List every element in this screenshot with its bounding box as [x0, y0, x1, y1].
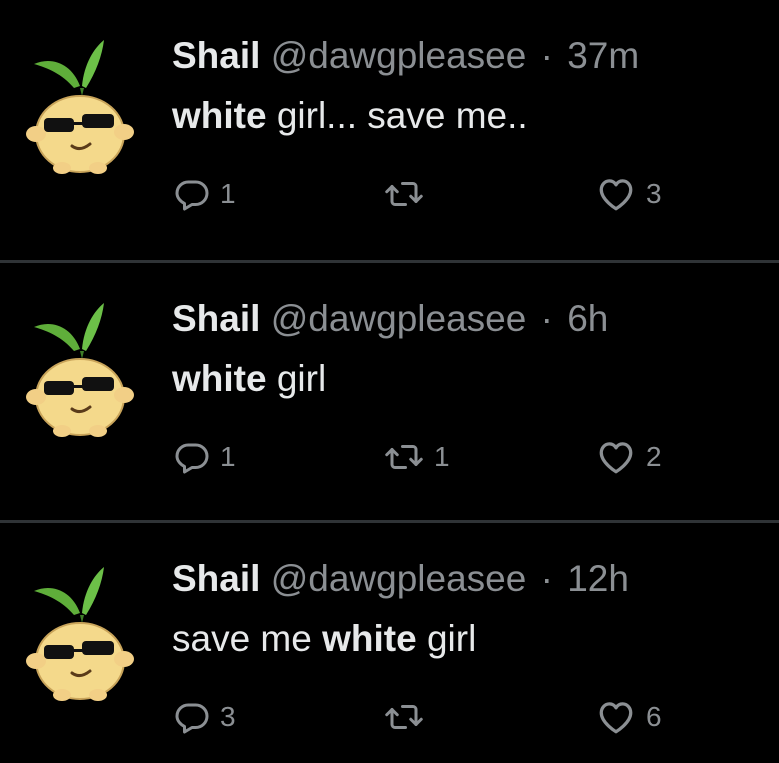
- timestamp[interactable]: 12h: [567, 558, 629, 599]
- heart-icon: [599, 442, 633, 474]
- like-button[interactable]: 3: [596, 176, 662, 212]
- author-handle[interactable]: @dawgpleasee: [271, 298, 527, 339]
- tweet-text: white girl... save me..: [172, 94, 769, 138]
- tweet-text: save me white girl: [172, 617, 769, 661]
- onion-sprout-avatar-icon: [26, 303, 134, 437]
- author-name[interactable]: Shail: [172, 558, 260, 599]
- reply-bubble-icon: [175, 180, 209, 211]
- tweet-header: Shail @dawgpleasee · 6h: [172, 297, 769, 341]
- onion-sprout-avatar-icon: [26, 40, 134, 174]
- like-count: 3: [646, 178, 662, 209]
- separator-dot: ·: [540, 35, 553, 76]
- tweet-text: white girl: [172, 357, 769, 401]
- author-name[interactable]: Shail: [172, 35, 260, 76]
- tweet-content: Shail @dawgpleasee · 37m white girl... s…: [172, 34, 769, 216]
- like-button[interactable]: 2: [596, 439, 662, 475]
- author-name[interactable]: Shail: [172, 298, 260, 339]
- reply-button[interactable]: 3: [174, 699, 236, 735]
- reply-count: 3: [220, 701, 236, 732]
- like-button[interactable]: 6: [596, 699, 662, 735]
- timestamp[interactable]: 37m: [567, 35, 639, 76]
- onion-sprout-avatar-icon: [26, 567, 134, 701]
- heart-icon: [599, 179, 633, 211]
- separator-dot: ·: [540, 558, 553, 599]
- reply-button[interactable]: 1: [174, 176, 236, 212]
- retweet-button[interactable]: [384, 699, 434, 735]
- author-handle[interactable]: @dawgpleasee: [271, 558, 527, 599]
- retweet-button[interactable]: [384, 176, 434, 212]
- retweet-button[interactable]: 1: [384, 439, 450, 475]
- reply-bubble-icon: [175, 443, 209, 474]
- tweet-content: Shail @dawgpleasee · 6h white girl 1 1 2: [172, 297, 769, 479]
- tweet-header: Shail @dawgpleasee · 12h: [172, 557, 769, 601]
- author-handle[interactable]: @dawgpleasee: [271, 35, 527, 76]
- timestamp[interactable]: 6h: [567, 298, 608, 339]
- tweet-text-segment: girl: [266, 358, 327, 399]
- separator-dot: ·: [540, 298, 553, 339]
- reply-button[interactable]: 1: [174, 439, 236, 475]
- tweet-text-segment: girl... save me..: [266, 95, 528, 136]
- avatar[interactable]: [22, 34, 134, 174]
- tweet-text-bold: white: [322, 618, 417, 659]
- avatar[interactable]: [22, 561, 134, 701]
- tweet-text-bold: white: [172, 95, 267, 136]
- tweet-actions: 3 6: [172, 699, 769, 739]
- retweet-arrows-icon: [385, 445, 423, 469]
- tweet-feed: Shail @dawgpleasee · 37m white girl... s…: [0, 0, 779, 763]
- reply-bubble-icon: [175, 703, 209, 734]
- tweet-text-segment: save me: [172, 618, 323, 659]
- like-count: 2: [646, 441, 662, 472]
- heart-icon: [599, 702, 633, 734]
- retweet-arrows-icon: [385, 182, 423, 206]
- tweet-text-bold: white: [172, 358, 267, 399]
- tweet[interactable]: Shail @dawgpleasee · 37m white girl... s…: [0, 0, 779, 260]
- retweet-count: 1: [434, 441, 450, 472]
- retweet-arrows-icon: [385, 705, 423, 729]
- tweet[interactable]: Shail @dawgpleasee · 6h white girl 1 1 2: [0, 260, 779, 520]
- tweet-content: Shail @dawgpleasee · 12h save me white g…: [172, 557, 769, 739]
- like-count: 6: [646, 701, 662, 732]
- tweet-actions: 1 3: [172, 176, 769, 216]
- tweet-actions: 1 1 2: [172, 439, 769, 479]
- reply-count: 1: [220, 441, 236, 472]
- reply-count: 1: [220, 178, 236, 209]
- tweet[interactable]: Shail @dawgpleasee · 12h save me white g…: [0, 520, 779, 763]
- avatar[interactable]: [22, 297, 134, 437]
- tweet-text-segment: girl: [416, 618, 477, 659]
- tweet-header: Shail @dawgpleasee · 37m: [172, 34, 769, 78]
